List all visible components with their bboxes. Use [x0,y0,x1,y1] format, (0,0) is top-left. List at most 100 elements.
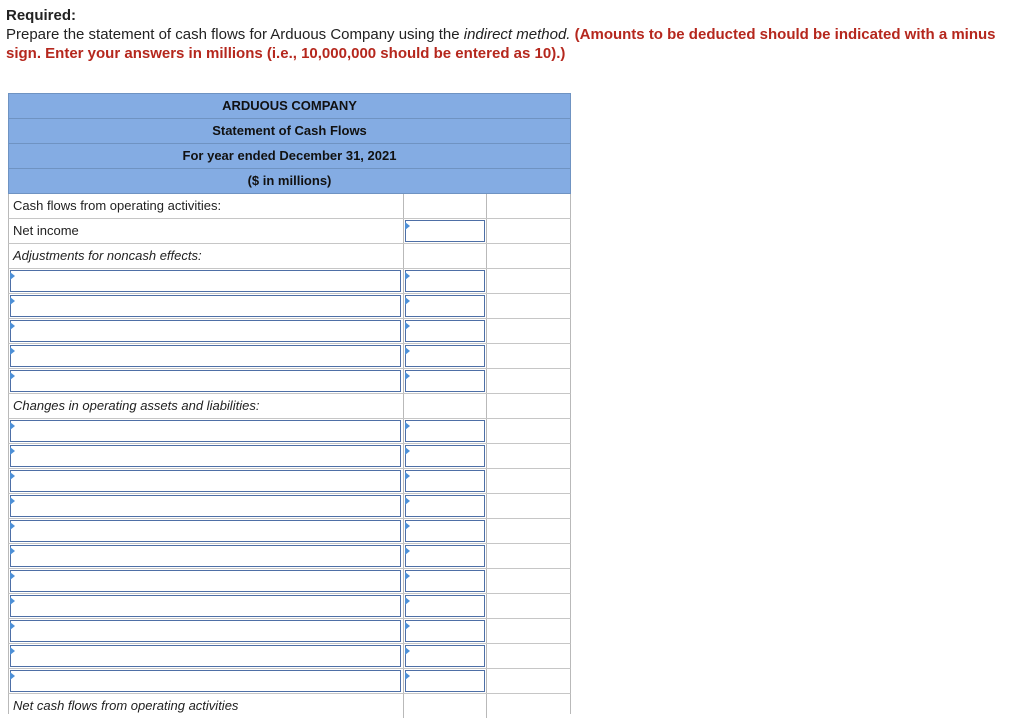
adjustment-rows [8,269,571,394]
required-heading: Required: [6,7,77,24]
input-marker-icon [405,597,410,605]
input-marker-icon [10,322,15,330]
changes-header-row: Changes in operating assets and liabilit… [8,394,571,419]
input-marker-icon [405,447,410,455]
input-marker-icon [405,497,410,505]
input-marker-icon [405,647,410,655]
net-income-label: Net income [13,223,79,238]
input-marker-icon [405,222,410,230]
operating-header-label: Cash flows from operating activities: [13,198,222,213]
adjustment-row [8,369,571,394]
change-amount-input[interactable] [405,670,485,692]
input-marker-icon [405,547,410,555]
change-amount-input[interactable] [405,620,485,642]
change-amount-input[interactable] [405,495,485,517]
input-marker-icon [405,522,410,530]
input-marker-icon [405,422,410,430]
input-marker-icon [10,622,15,630]
change-label-input[interactable] [10,470,401,492]
adjustment-amount-input[interactable] [405,370,485,392]
adjustment-label-input[interactable] [10,320,401,342]
instructions: Required: Prepare the statement of cash … [6,6,1021,63]
input-marker-icon [10,572,15,580]
statement-period: For year ended December 31, 2021 [8,144,571,169]
instructions-plain: Prepare the statement of cash flows for … [6,26,464,43]
input-marker-icon [10,447,15,455]
input-marker-icon [10,497,15,505]
change-label-input[interactable] [10,445,401,467]
input-marker-icon [10,272,15,280]
change-label-input[interactable] [10,520,401,542]
cash-flow-worksheet: ARDUOUS COMPANY Statement of Cash Flows … [8,93,571,718]
adjustment-amount-input[interactable] [405,320,485,342]
net-operating-row: Net cash flows from operating activities [8,694,571,718]
statement-title: Statement of Cash Flows [8,119,571,144]
change-rows [8,419,571,694]
input-marker-icon [10,522,15,530]
change-label-input[interactable] [10,420,401,442]
change-amount-input[interactable] [405,545,485,567]
input-marker-icon [10,472,15,480]
input-marker-icon [405,347,410,355]
input-marker-icon [10,372,15,380]
change-row [8,519,571,544]
change-row [8,569,571,594]
change-label-input[interactable] [10,645,401,667]
input-marker-icon [10,597,15,605]
input-marker-icon [10,347,15,355]
change-row [8,619,571,644]
operating-header-row: Cash flows from operating activities: [8,194,571,219]
net-income-row: Net income [8,219,571,244]
change-amount-input[interactable] [405,470,485,492]
change-row [8,544,571,569]
change-row [8,419,571,444]
adjustment-label-input[interactable] [10,345,401,367]
change-amount-input[interactable] [405,445,485,467]
input-marker-icon [405,322,410,330]
instructions-method: indirect method. [463,26,571,43]
adjustments-header-row: Adjustments for noncash effects: [8,244,571,269]
change-row [8,469,571,494]
change-row [8,494,571,519]
input-marker-icon [10,547,15,555]
adjustment-amount-input[interactable] [405,345,485,367]
net-operating-label: Net cash flows from operating activities [13,698,239,713]
changes-header-label: Changes in operating assets and liabilit… [13,398,260,413]
adjustment-amount-input[interactable] [405,295,485,317]
input-marker-icon [405,472,410,480]
change-label-input[interactable] [10,595,401,617]
input-marker-icon [10,647,15,655]
change-row [8,444,571,469]
change-label-input[interactable] [10,670,401,692]
adjustment-row [8,269,571,294]
input-marker-icon [405,297,410,305]
change-label-input[interactable] [10,495,401,517]
adjustment-label-input[interactable] [10,295,401,317]
statement-units: ($ in millions) [8,169,571,194]
change-label-input[interactable] [10,570,401,592]
input-marker-icon [10,297,15,305]
instructions-body: Prepare the statement of cash flows for … [6,25,1021,63]
change-amount-input[interactable] [405,595,485,617]
change-amount-input[interactable] [405,645,485,667]
adjustment-label-input[interactable] [10,370,401,392]
input-marker-icon [405,622,410,630]
change-amount-input[interactable] [405,520,485,542]
change-row [8,669,571,694]
adjustments-header-label: Adjustments for noncash effects: [13,248,202,263]
input-marker-icon [405,672,410,680]
net-income-input[interactable] [405,220,485,242]
change-label-input[interactable] [10,620,401,642]
adjustment-amount-input[interactable] [405,270,485,292]
change-label-input[interactable] [10,545,401,567]
change-amount-input[interactable] [405,570,485,592]
adjustment-label-input[interactable] [10,270,401,292]
input-marker-icon [10,422,15,430]
change-row [8,644,571,669]
change-amount-input[interactable] [405,420,485,442]
input-marker-icon [405,572,410,580]
adjustment-row [8,294,571,319]
change-row [8,594,571,619]
adjustment-row [8,319,571,344]
input-marker-icon [405,372,410,380]
